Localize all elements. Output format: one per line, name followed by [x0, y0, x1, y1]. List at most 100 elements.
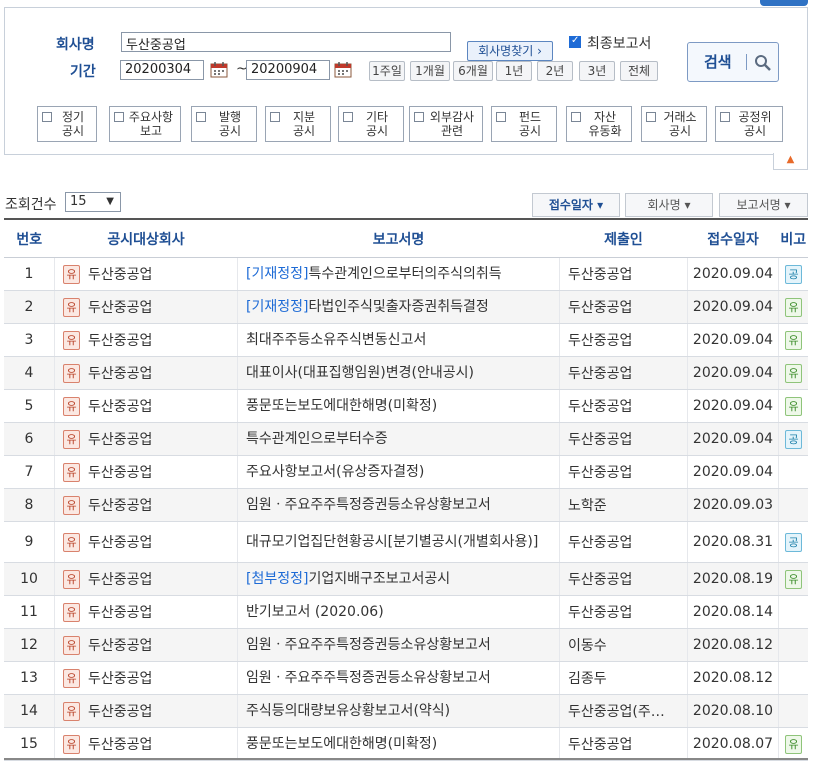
row-report[interactable]: 임원ㆍ주요주주특정증권등소유상황보고서: [237, 628, 560, 662]
report-link[interactable]: 기업지배구조보고서공시: [308, 571, 450, 587]
sort-by-date-button[interactable]: 접수일자 ▾: [532, 193, 620, 217]
date-to-input[interactable]: 20200904: [246, 60, 330, 80]
collapse-panel-button[interactable]: ▲: [773, 153, 808, 170]
company-link[interactable]: 두산중공업: [88, 399, 152, 415]
period-3year-button[interactable]: 3년: [579, 61, 615, 81]
report-link[interactable]: 대규모기업집단현황공시[분기별공시(개별회사용)]: [246, 534, 538, 550]
report-link[interactable]: 특수관계인으로부터수증: [246, 431, 388, 447]
row-company[interactable]: 유 두산중공업: [54, 727, 238, 761]
row-report[interactable]: 주식등의대량보유상황보고서(약식): [237, 694, 560, 728]
report-link[interactable]: 풍문또는보도에대한해명(미확정): [246, 398, 437, 414]
note-badge[interactable]: 공: [785, 429, 802, 449]
row-company[interactable]: 유 두산중공업: [54, 323, 238, 357]
report-link[interactable]: 대표이사(대표집행임원)변경(안내공시): [246, 365, 474, 381]
category-ftc[interactable]: 공정위 공시: [715, 106, 783, 142]
row-report[interactable]: [첨부정정]기업지배구조보고서공시: [237, 562, 560, 596]
company-link[interactable]: 두산중공업: [88, 498, 152, 514]
row-company[interactable]: 유 두산중공업: [54, 521, 238, 563]
company-link[interactable]: 두산중공업: [88, 465, 152, 481]
row-company[interactable]: 유 두산중공업: [54, 290, 238, 324]
row-note: 공: [778, 521, 808, 563]
row-company[interactable]: 유 두산중공업: [54, 694, 238, 728]
report-link[interactable]: 풍문또는보도에대한해명(미확정): [246, 736, 437, 752]
row-report[interactable]: 반기보고서 (2020.06): [237, 595, 560, 629]
sort-by-company-button[interactable]: 회사명 ▾: [625, 193, 713, 217]
period-1year-button[interactable]: 1년: [496, 61, 532, 81]
note-badge[interactable]: 유: [785, 297, 802, 317]
period-2year-button[interactable]: 2년: [537, 61, 573, 81]
calendar-icon[interactable]: [210, 61, 228, 78]
period-6month-button[interactable]: 6개월: [453, 61, 493, 81]
period-all-button[interactable]: 전체: [620, 61, 658, 81]
final-report-checkbox[interactable]: [569, 35, 581, 48]
row-company[interactable]: 유 두산중공업: [54, 389, 238, 423]
category-other[interactable]: 기타 공시: [338, 106, 404, 142]
find-company-button[interactable]: 회사명찾기 ›: [467, 41, 553, 61]
note-badge[interactable]: 공: [785, 264, 802, 284]
report-link[interactable]: 임원ㆍ주요주주특정증권등소유상황보고서: [246, 497, 491, 513]
row-company[interactable]: 유 두산중공업: [54, 488, 238, 522]
row-company[interactable]: 유 두산중공업: [54, 257, 238, 291]
category-abs[interactable]: 자산 유동화: [566, 106, 632, 142]
category-issue[interactable]: 발행 공시: [191, 106, 257, 142]
company-link[interactable]: 두산중공업: [88, 333, 152, 349]
row-company[interactable]: 유 두산중공업: [54, 356, 238, 390]
row-company[interactable]: 유 두산중공업: [54, 455, 238, 489]
period-1week-button[interactable]: 1주일: [369, 61, 405, 81]
row-report[interactable]: 임원ㆍ주요주주특정증권등소유상황보고서: [237, 661, 560, 695]
category-exchange[interactable]: 거래소 공시: [641, 106, 707, 142]
note-badge[interactable]: 유: [785, 734, 802, 754]
category-regular[interactable]: 정기 공시: [37, 106, 97, 142]
report-link[interactable]: 주요사항보고서(유상증자결정): [246, 464, 424, 480]
row-report[interactable]: 대규모기업집단현황공시[분기별공시(개별회사용)]: [237, 521, 560, 563]
company-link[interactable]: 두산중공업: [88, 737, 152, 753]
row-company[interactable]: 유 두산중공업: [54, 661, 238, 695]
date-from-input[interactable]: 20200304: [120, 60, 204, 80]
row-report[interactable]: 최대주주등소유주식변동신고서: [237, 323, 560, 357]
row-report[interactable]: [기재정정]타법인주식및출자증권취득결정: [237, 290, 560, 324]
report-link[interactable]: 주식등의대량보유상황보고서(약식): [246, 703, 450, 719]
report-link[interactable]: 특수관계인으로부터의주식의취득: [308, 266, 501, 282]
row-report[interactable]: [기재정정]특수관계인으로부터의주식의취득: [237, 257, 560, 291]
report-link[interactable]: 최대주주등소유주식변동신고서: [246, 332, 426, 348]
category-equity[interactable]: 지분 공시: [265, 106, 331, 142]
category-fund[interactable]: 펀드 공시: [491, 106, 557, 142]
row-report[interactable]: 임원ㆍ주요주주특정증권등소유상황보고서: [237, 488, 560, 522]
row-company[interactable]: 유 두산중공업: [54, 422, 238, 456]
search-button[interactable]: 검색: [687, 42, 779, 82]
company-link[interactable]: 두산중공업: [88, 638, 152, 654]
row-company[interactable]: 유 두산중공업: [54, 595, 238, 629]
note-badge[interactable]: 유: [785, 330, 802, 350]
period-1month-button[interactable]: 1개월: [410, 61, 450, 81]
company-link[interactable]: 두산중공업: [88, 267, 152, 283]
report-link[interactable]: 타법인주식및출자증권취득결정: [308, 299, 488, 315]
row-report[interactable]: 주요사항보고서(유상증자결정): [237, 455, 560, 489]
report-link[interactable]: 임원ㆍ주요주주특정증권등소유상황보고서: [246, 637, 491, 653]
company-link[interactable]: 두산중공업: [88, 671, 152, 687]
row-report[interactable]: 특수관계인으로부터수증: [237, 422, 560, 456]
row-company[interactable]: 유 두산중공업: [54, 562, 238, 596]
company-link[interactable]: 두산중공업: [88, 704, 152, 720]
company-link[interactable]: 두산중공업: [88, 432, 152, 448]
count-select[interactable]: 15 ▼: [65, 192, 121, 212]
row-report[interactable]: 풍문또는보도에대한해명(미확정): [237, 727, 560, 761]
row-company[interactable]: 유 두산중공업: [54, 628, 238, 662]
note-badge[interactable]: 유: [785, 363, 802, 383]
sort-by-report-button[interactable]: 보고서명 ▾: [719, 193, 808, 217]
company-link[interactable]: 두산중공업: [88, 605, 152, 621]
company-input[interactable]: 두산중공업: [121, 32, 451, 53]
row-report[interactable]: 풍문또는보도에대한해명(미확정): [237, 389, 560, 423]
category-major-report[interactable]: 주요사항 보고: [109, 106, 181, 142]
category-audit[interactable]: 외부감사 관련: [409, 106, 483, 142]
note-badge[interactable]: 유: [785, 569, 802, 589]
company-link[interactable]: 두산중공업: [88, 572, 152, 588]
report-link[interactable]: 반기보고서 (2020.06): [246, 604, 384, 620]
note-badge[interactable]: 공: [785, 532, 802, 552]
company-link[interactable]: 두산중공업: [88, 535, 152, 551]
report-link[interactable]: 임원ㆍ주요주주특정증권등소유상황보고서: [246, 670, 491, 686]
note-badge[interactable]: 유: [785, 396, 802, 416]
calendar-icon[interactable]: [334, 61, 352, 78]
row-report[interactable]: 대표이사(대표집행임원)변경(안내공시): [237, 356, 560, 390]
company-link[interactable]: 두산중공업: [88, 366, 152, 382]
company-link[interactable]: 두산중공업: [88, 300, 152, 316]
